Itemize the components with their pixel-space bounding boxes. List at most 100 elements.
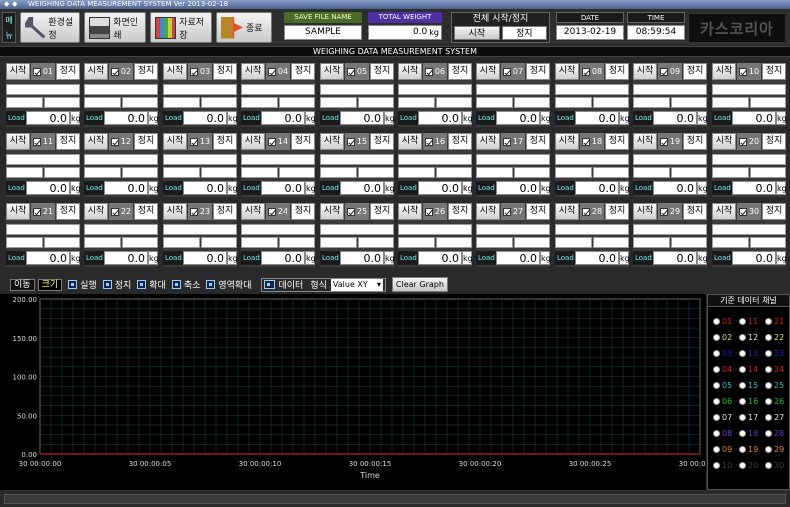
channel-info-field[interactable] xyxy=(633,237,670,248)
legend-item[interactable]: 26 xyxy=(765,395,790,407)
channel-info-field[interactable] xyxy=(749,97,786,108)
channel-stop-button[interactable]: 정지 xyxy=(448,203,472,220)
zoom-in-option[interactable]: 확대 xyxy=(137,278,166,291)
legend-item[interactable]: 11 xyxy=(739,315,765,327)
channel-info-field[interactable] xyxy=(555,97,592,108)
channel-info-field[interactable] xyxy=(84,97,121,108)
channel-start-button[interactable]: 시작 xyxy=(555,203,579,220)
channel-info-field[interactable] xyxy=(435,97,472,108)
legend-item[interactable]: 14 xyxy=(739,363,765,375)
channel-enable-checkbox[interactable]: 23 xyxy=(188,203,212,220)
channel-info-field[interactable] xyxy=(6,224,80,235)
channel-info-field[interactable] xyxy=(476,84,550,95)
channel-info-field[interactable] xyxy=(476,167,513,178)
channel-info-field[interactable] xyxy=(241,237,278,248)
channel-info-field[interactable] xyxy=(84,224,158,235)
channel-info-field[interactable] xyxy=(121,237,158,248)
channel-start-button[interactable]: 시작 xyxy=(712,203,736,220)
channel-enable-checkbox[interactable]: 03 xyxy=(188,63,212,80)
channel-info-field[interactable] xyxy=(320,154,394,165)
channel-info-field[interactable] xyxy=(84,237,121,248)
channel-stop-button[interactable]: 정지 xyxy=(605,133,629,150)
channel-info-field[interactable] xyxy=(712,237,749,248)
channel-start-button[interactable]: 시작 xyxy=(476,203,500,220)
channel-stop-button[interactable]: 정지 xyxy=(605,63,629,80)
channel-start-button[interactable]: 시작 xyxy=(398,63,422,80)
channel-start-button[interactable]: 시작 xyxy=(84,63,108,80)
channel-stop-button[interactable]: 정지 xyxy=(762,63,786,80)
channel-start-button[interactable]: 시작 xyxy=(6,63,30,80)
legend-item[interactable]: 10 xyxy=(713,459,739,471)
channel-info-field[interactable] xyxy=(200,237,237,248)
channel-stop-button[interactable]: 정지 xyxy=(448,133,472,150)
channel-enable-checkbox[interactable]: 04 xyxy=(266,63,290,80)
channel-stop-button[interactable]: 정지 xyxy=(56,203,80,220)
channel-start-button[interactable]: 시작 xyxy=(84,133,108,150)
channel-info-field[interactable] xyxy=(163,237,200,248)
legend-item[interactable]: 02 xyxy=(713,331,739,343)
channel-start-button[interactable]: 시작 xyxy=(398,203,422,220)
channel-info-field[interactable] xyxy=(6,237,43,248)
stop-option[interactable]: 정지 xyxy=(102,278,131,291)
channel-enable-checkbox[interactable]: 01 xyxy=(31,63,55,80)
legend-item[interactable]: 07 xyxy=(713,411,739,423)
channel-info-field[interactable] xyxy=(513,237,550,248)
channel-enable-checkbox[interactable]: 16 xyxy=(423,133,447,150)
channel-info-field[interactable] xyxy=(712,154,786,165)
channel-info-field[interactable] xyxy=(84,84,158,95)
clear-graph-button[interactable]: Clear Graph xyxy=(391,277,448,292)
channel-info-field[interactable] xyxy=(6,97,43,108)
channel-start-button[interactable]: 시작 xyxy=(712,63,736,80)
format-select[interactable]: Value XY xyxy=(330,278,383,291)
channel-info-field[interactable] xyxy=(43,237,80,248)
channel-info-field[interactable] xyxy=(670,97,707,108)
channel-info-field[interactable] xyxy=(320,167,357,178)
legend-item[interactable]: 21 xyxy=(765,315,790,327)
channel-info-field[interactable] xyxy=(278,167,315,178)
channel-enable-checkbox[interactable]: 29 xyxy=(658,203,682,220)
channel-info-field[interactable] xyxy=(670,237,707,248)
channel-enable-checkbox[interactable]: 10 xyxy=(737,63,761,80)
channel-info-field[interactable] xyxy=(398,167,435,178)
channel-start-button[interactable]: 시작 xyxy=(555,63,579,80)
channel-info-field[interactable] xyxy=(555,154,629,165)
channel-stop-button[interactable]: 정지 xyxy=(370,203,394,220)
channel-start-button[interactable]: 시작 xyxy=(241,63,265,80)
channel-info-field[interactable] xyxy=(163,97,200,108)
channel-info-field[interactable] xyxy=(712,97,749,108)
legend-item[interactable]: 20 xyxy=(739,459,765,471)
legend-item[interactable]: 18 xyxy=(739,427,765,439)
legend-item[interactable]: 22 xyxy=(765,331,790,343)
channel-stop-button[interactable]: 정지 xyxy=(291,63,315,80)
channel-stop-button[interactable]: 정지 xyxy=(370,133,394,150)
save-file-field[interactable]: SAMPLE xyxy=(284,25,362,40)
channel-enable-checkbox[interactable]: 06 xyxy=(423,63,447,80)
settings-button[interactable]: 환경설정 xyxy=(20,12,80,43)
all-stop-button[interactable]: 정지 xyxy=(501,26,547,40)
legend-item[interactable]: 29 xyxy=(765,443,790,455)
exit-button[interactable]: 종료 xyxy=(216,12,272,43)
horizontal-scrollbar[interactable] xyxy=(4,494,786,504)
channel-info-field[interactable] xyxy=(555,237,592,248)
legend-item[interactable]: 27 xyxy=(765,411,790,423)
channel-start-button[interactable]: 시작 xyxy=(6,133,30,150)
channel-start-button[interactable]: 시작 xyxy=(84,203,108,220)
channel-stop-button[interactable]: 정지 xyxy=(213,63,237,80)
legend-item[interactable]: 08 xyxy=(713,427,739,439)
channel-info-field[interactable] xyxy=(712,224,786,235)
system-menu-icon[interactable]: ◆ xyxy=(4,0,9,9)
channel-stop-button[interactable]: 정지 xyxy=(370,63,394,80)
channel-info-field[interactable] xyxy=(43,97,80,108)
channel-stop-button[interactable]: 정지 xyxy=(683,63,707,80)
channel-info-field[interactable] xyxy=(712,167,749,178)
legend-item[interactable]: 17 xyxy=(739,411,765,423)
channel-info-field[interactable] xyxy=(435,167,472,178)
channel-enable-checkbox[interactable]: 25 xyxy=(345,203,369,220)
channel-info-field[interactable] xyxy=(241,84,315,95)
channel-info-field[interactable] xyxy=(163,84,237,95)
channel-info-field[interactable] xyxy=(513,167,550,178)
channel-info-field[interactable] xyxy=(712,84,786,95)
channel-enable-checkbox[interactable]: 26 xyxy=(423,203,447,220)
channel-stop-button[interactable]: 정지 xyxy=(291,203,315,220)
legend-item[interactable]: 09 xyxy=(713,443,739,455)
